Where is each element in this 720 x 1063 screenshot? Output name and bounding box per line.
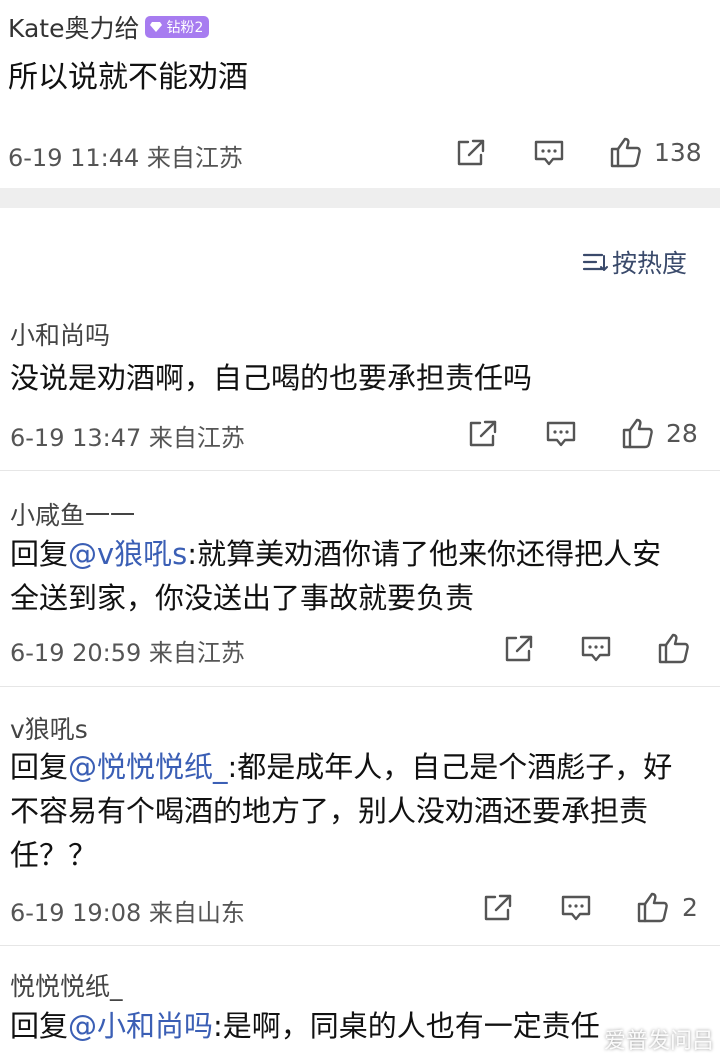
reply-mention-link[interactable]: @v狼吼s [68,537,187,571]
reply-meta: 6-19 19:08 来自山东 [10,899,245,927]
share-icon[interactable] [455,138,487,168]
top-comment-username[interactable]: Kate奥力给 [8,9,139,45]
reply-mention-link[interactable]: @小和尚吗 [68,1009,213,1043]
sort-icon [582,253,608,271]
reply-username[interactable]: 小和尚吗 [10,316,110,352]
sort-label: 按热度 [612,249,688,278]
top-comment-like-count: 138 [654,138,702,167]
fan-badge[interactable]: 钻粉2 [145,16,210,38]
reply-username[interactable]: v狼吼s [10,710,88,746]
thumbs-up-icon[interactable] [636,890,670,924]
diamond-icon [150,22,163,32]
reply-text: 回复@悦悦悦纸_:都是成年人，自己是个酒彪子，好 不容易有个喝酒的地方了，别人没… [10,745,710,877]
reply-text-segment: 全送到家，你没送出了事故就要负责 [10,581,475,615]
reply-text-segment: 回复 [10,537,69,571]
reply-text-segment: :是啊，同桌的人也有一定责任 [213,1009,600,1043]
reply-meta: 6-19 20:59 来自江苏 [10,639,245,667]
reply-line: 回复@悦悦悦纸_:都是成年人，自己是个酒彪子，好 [10,745,710,789]
comment-icon[interactable] [545,420,577,448]
reply-text-segment: 回复 [10,750,69,784]
top-comment-meta: 6-19 11:44 来自江苏 [8,144,243,172]
reply-divider [0,686,720,687]
comment-icon[interactable] [560,894,592,922]
reply-meta: 6-19 13:47 来自江苏 [10,424,245,452]
fan-badge-label: 钻粉2 [166,20,204,36]
comment-icon[interactable] [533,139,565,167]
comment-icon[interactable] [580,635,612,663]
sort-by-hot-button[interactable]: 按热度 [582,244,687,280]
reply-text: 回复@v狼吼s:就算美劝酒你请了他来你还得把人安 全送到家，你没送出了事故就要负… [10,532,710,620]
reply-line: 没说是劝酒啊，自己喝的也要承担责任吗 [10,356,710,400]
top-comment: Kate奥力给 钻粉2 所以说就不能劝酒 6-19 11:44 来自江苏 138 [0,0,720,188]
reply-like-count: 2 [682,893,698,922]
reply-username[interactable]: 悦悦悦纸_ [10,967,123,1003]
share-icon[interactable] [482,893,514,923]
section-separator [0,188,720,208]
share-icon[interactable] [467,419,499,449]
reply-mention-link[interactable]: @悦悦悦纸_ [68,750,228,784]
top-comment-text: 所以说就不能劝酒 [8,60,248,95]
reply-like-count: 28 [666,419,698,448]
reply-text-segment: 回复 [10,1009,69,1043]
reply-text-segment: :就算美劝酒你请了他来你还得把人安 [187,537,662,571]
reply-text-segment: 不容易有个喝酒的地方了，别人没劝酒还要承担责 [10,794,649,828]
thumbs-up-icon[interactable] [621,416,655,450]
reply-line: 全送到家，你没送出了事故就要负责 [10,576,710,620]
thumbs-up-icon[interactable] [657,631,691,665]
share-icon[interactable] [503,634,535,664]
thumbs-up-icon[interactable] [609,135,643,169]
top-comment-user-line: Kate奥力给 钻粉2 [8,9,210,45]
reply-line: 回复@v狼吼s:就算美劝酒你请了他来你还得把人安 [10,532,710,576]
reply-divider [0,945,720,946]
reply-text-segment: :都是成年人，自己是个酒彪子，好 [227,750,673,784]
reply-text-segment: 任？？ [10,838,98,872]
reply-username[interactable]: 小咸鱼一一 [10,496,135,532]
reply-text-segment: 没说是劝酒啊，自己喝的也要承担责任吗 [10,361,533,395]
watermark: 爱普发问吕 [603,1029,714,1054]
reply-line: 任？？ [10,833,710,877]
reply-divider [0,470,720,471]
reply-line: 不容易有个喝酒的地方了，别人没劝酒还要承担责 [10,789,710,833]
reply-text: 没说是劝酒啊，自己喝的也要承担责任吗 [10,356,710,400]
